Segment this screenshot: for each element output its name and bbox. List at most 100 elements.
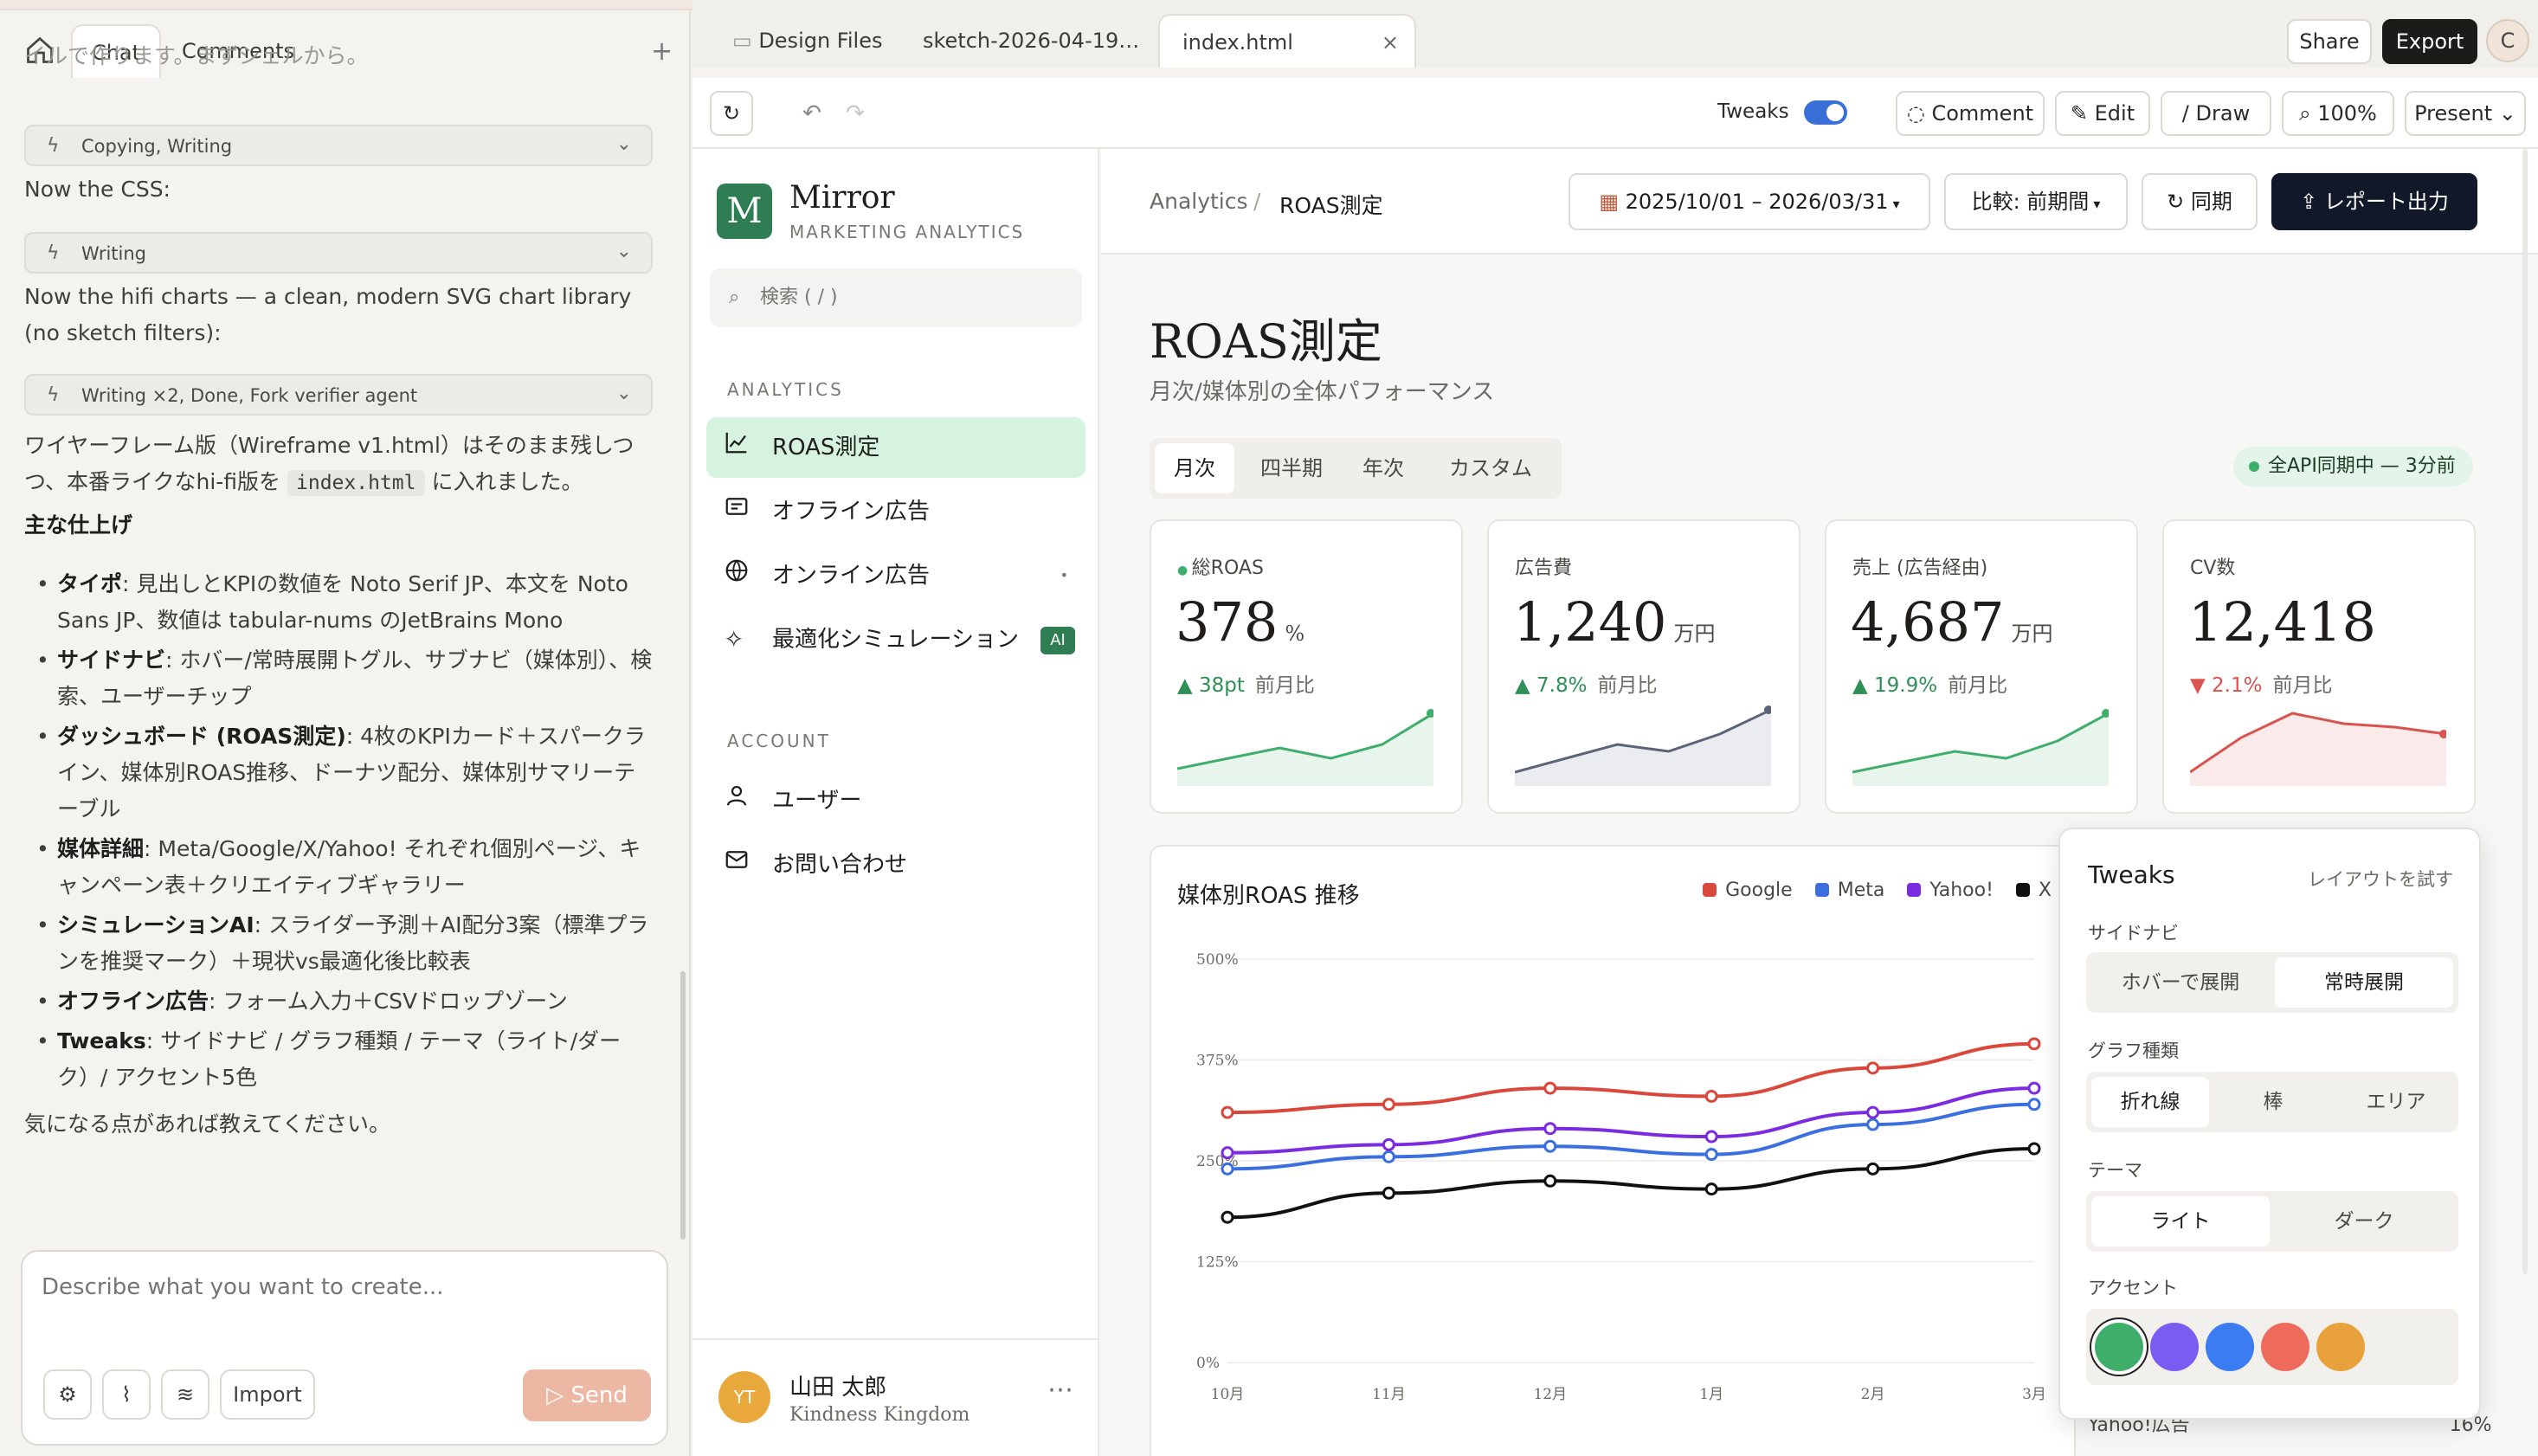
kpi-label: 広告費: [1515, 552, 1572, 580]
attach-button[interactable]: ⌇: [102, 1369, 151, 1420]
tweaks-toggle[interactable]: [1804, 100, 1847, 125]
chat-message: Now the CSS:: [24, 177, 171, 202]
page-scrollbar[interactable]: [2522, 149, 2528, 1274]
kpi-delta: ▼ 2.1% 前月比: [2190, 668, 2332, 698]
option-dark[interactable]: ダーク: [2275, 1196, 2453, 1247]
option-bar[interactable]: 棒: [2214, 1077, 2332, 1127]
tool-call-pill[interactable]: ϟ Writing ⌄: [24, 232, 653, 274]
draw-button[interactable]: ∕ Draw: [2161, 91, 2271, 136]
reload-button[interactable]: ↻: [710, 91, 753, 136]
data-point: [1866, 1162, 1880, 1176]
option-hover-expand[interactable]: ホバーで展開: [2091, 957, 2270, 1008]
send-button[interactable]: ▷ Send: [523, 1369, 651, 1421]
sidebar-item-simulation[interactable]: ✧ 最適化シミュレーション AI: [706, 609, 1085, 670]
option-light[interactable]: ライト: [2091, 1196, 2270, 1247]
present-button[interactable]: Present ⌄: [2405, 91, 2526, 136]
list-item: ダッシュボード (ROAS測定): 4枚のKPIカード＋スパークライン、媒体別R…: [24, 718, 656, 828]
share-button[interactable]: Share: [2287, 19, 2372, 64]
y-tick-label: 0%: [1196, 1355, 1220, 1372]
present-label: Present: [2414, 101, 2493, 126]
data-point: [2027, 1098, 2041, 1111]
line-chart-icon: [724, 417, 755, 478]
send-label: Send: [570, 1382, 628, 1408]
data-point: [1543, 1122, 1557, 1136]
tab-design-files[interactable]: ▭ Design Files: [732, 14, 882, 68]
kpi-card[interactable]: CV数 12,418 ▼ 2.1% 前月比: [2162, 519, 2476, 814]
sparkle-icon: ✧: [724, 625, 744, 654]
search-input[interactable]: ⌕ 検索 ( / ): [710, 268, 1082, 327]
send-icon: ▷: [546, 1382, 571, 1408]
tab-custom[interactable]: カスタム: [1430, 443, 1551, 493]
tab-monthly[interactable]: 月次: [1155, 443, 1234, 493]
new-tab-button[interactable]: +: [651, 36, 673, 67]
zoom-label: 100%: [2317, 101, 2377, 126]
upload-icon: ⇪: [2300, 190, 2324, 214]
zoom-button[interactable]: ⌕ 100%: [2282, 91, 2394, 136]
kpi-delta-value: ▼ 2.1%: [2190, 674, 2263, 697]
nav-label: ROAS測定: [772, 435, 880, 461]
export-button[interactable]: Export: [2382, 19, 2477, 64]
kpi-unit: %: [1285, 622, 1305, 646]
sidebar-item-online[interactable]: オンライン広告 •: [706, 545, 1085, 606]
nav-label: お問い合わせ: [772, 852, 908, 878]
gear-icon: ⚙: [58, 1382, 77, 1407]
legend-item[interactable]: Google: [1703, 879, 1793, 901]
sparkline-area: [1852, 713, 2109, 786]
kpi-unit: 万円: [2011, 622, 2053, 646]
accent-swatch[interactable]: [2095, 1323, 2143, 1371]
tab-sketch[interactable]: sketch-2026-04-19…: [923, 14, 1139, 68]
kpi-card[interactable]: 広告費 1,240 万円 ▲ 7.8% 前月比: [1487, 519, 1800, 814]
redo-button[interactable]: ↷: [838, 93, 873, 133]
accent-swatch[interactable]: [2316, 1323, 2365, 1371]
y-tick-label: 125%: [1196, 1254, 1239, 1272]
tab-quarterly[interactable]: 四半期: [1246, 443, 1337, 493]
compare-select[interactable]: 比較: 前期間 ▾: [1944, 173, 2128, 230]
accent-swatch[interactable]: [2150, 1323, 2199, 1371]
report-export-button[interactable]: ⇪ レポート出力: [2271, 173, 2477, 230]
undo-button[interactable]: ↶: [795, 93, 829, 133]
user-icon: [724, 770, 755, 831]
accent-swatch[interactable]: [2261, 1323, 2309, 1371]
sync-button[interactable]: ↻ 同期: [2142, 173, 2258, 230]
calendar-icon: ▦: [1599, 190, 1626, 214]
expand-dot-icon[interactable]: •: [1060, 545, 1068, 606]
settings-button[interactable]: ⚙: [43, 1369, 92, 1420]
magnifier-icon: ⌕: [2299, 101, 2318, 126]
import-button[interactable]: Import: [220, 1369, 315, 1420]
theme-label: テーマ: [2088, 1160, 2142, 1181]
legend-item[interactable]: Meta: [1814, 879, 1884, 901]
sidebar-item-offline[interactable]: オフライン広告: [706, 481, 1085, 542]
more-icon[interactable]: ⋯: [1047, 1375, 1073, 1405]
legend-label: Yahoo!: [1929, 879, 1994, 901]
sidebar-item-roas[interactable]: ROAS測定: [706, 417, 1085, 478]
roas-trend-card: 0% 125% 250% 375% 500% 10月 11月 12月 1月 2月 3月 媒体別ROA…: [1150, 845, 2076, 1456]
tweaks-title: Tweaks: [2088, 860, 2175, 889]
avatar[interactable]: C: [2486, 19, 2529, 62]
legend-item[interactable]: Yahoo!: [1907, 879, 1994, 901]
prompt-input[interactable]: [42, 1274, 647, 1300]
tab-yearly[interactable]: 年次: [1349, 443, 1418, 493]
user-chip[interactable]: YT 山田 太郎 Kindness Kingdom ⋯: [692, 1338, 1099, 1456]
legend-swatch: [1907, 883, 1922, 897]
sidebar-item-contact[interactable]: お問い合わせ: [706, 834, 1085, 895]
edit-label: Edit: [2094, 101, 2135, 126]
option-always-expand[interactable]: 常時展開: [2275, 957, 2453, 1008]
breadcrumb-analytics[interactable]: Analytics: [1150, 189, 1248, 214]
close-icon[interactable]: ×: [1382, 16, 1399, 69]
voice-button[interactable]: ≋: [161, 1369, 209, 1420]
chat-scrollbar[interactable]: [680, 971, 686, 1240]
nav-label: オフライン広告: [772, 499, 931, 525]
date-range-picker[interactable]: ▦ 2025/10/01 – 2026/03/31 ▾: [1569, 173, 1930, 230]
legend-item[interactable]: X: [2015, 879, 2052, 901]
comment-button[interactable]: ◌ Comment: [1896, 91, 2045, 136]
kpi-card[interactable]: ● 総ROAS 378% ▲ 38pt 前月比: [1150, 519, 1463, 814]
sidebar-item-users[interactable]: ユーザー: [706, 770, 1085, 831]
option-line[interactable]: 折れ線: [2091, 1077, 2209, 1127]
tool-call-pill[interactable]: ϟ Copying, Writing ⌄: [24, 125, 653, 166]
edit-button[interactable]: ✎ Edit: [2055, 91, 2150, 136]
option-area[interactable]: エリア: [2337, 1077, 2455, 1127]
accent-swatch[interactable]: [2206, 1323, 2254, 1371]
kpi-card[interactable]: 売上 (広告経由) 4,687 万円 ▲ 19.9% 前月比: [1825, 519, 2138, 814]
tab-index-html[interactable]: index.html ×: [1158, 14, 1416, 68]
tool-call-pill[interactable]: ϟ Writing ×2, Done, Fork verifier agent …: [24, 374, 653, 416]
